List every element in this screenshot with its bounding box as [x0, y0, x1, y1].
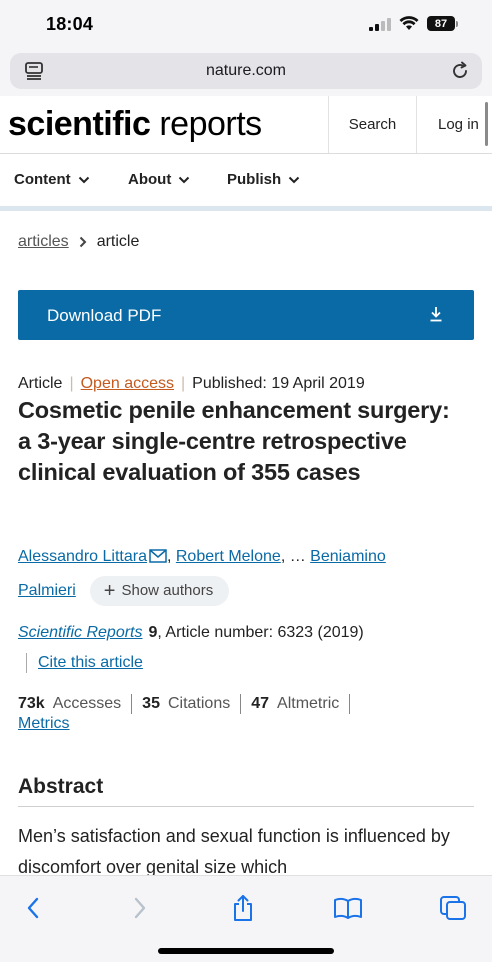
- citations-label: Citations: [167, 695, 231, 712]
- share-button[interactable]: [228, 893, 258, 923]
- breadcrumb-articles-link[interactable]: articles: [18, 233, 69, 251]
- chevron-right-icon: [134, 897, 146, 919]
- url-text: nature.com: [205, 62, 287, 79]
- article-type: Article: [18, 375, 63, 392]
- chevron-left-icon: [27, 897, 39, 919]
- status-time: 18:04: [46, 14, 94, 34]
- site-header: scientific reports Search Log in: [0, 96, 492, 154]
- abstract-heading: Abstract: [18, 775, 104, 798]
- abstract-text: Men’s satisfaction and sexual function i…: [18, 826, 450, 877]
- book-icon: [334, 897, 362, 919]
- metrics-separator: [349, 694, 351, 714]
- cite-separator: [26, 653, 27, 673]
- breadcrumb-current: article: [96, 233, 140, 250]
- reload-icon[interactable]: [450, 61, 470, 86]
- tabs-button[interactable]: [438, 893, 468, 923]
- open-access-link[interactable]: Open access: [81, 375, 174, 392]
- metrics-link[interactable]: Metrics: [18, 715, 70, 733]
- accesses-count: 73k: [18, 695, 45, 712]
- article-meta: Article | Open access | Published: 19 April …: [18, 375, 365, 393]
- chevron-down-icon: [288, 176, 300, 183]
- home-indicator: [158, 948, 334, 954]
- bookmarks-button[interactable]: [333, 893, 363, 923]
- status-bar: 18:04 87: [0, 0, 492, 50]
- nav-publish-label: Publish: [227, 171, 282, 188]
- author-link[interactable]: Alessandro Littara: [18, 548, 147, 565]
- logo-light-text: reports: [150, 105, 262, 143]
- status-icons: 87: [369, 16, 458, 31]
- abstract-divider: [18, 806, 474, 807]
- journal-link[interactable]: Scientific Reports: [18, 624, 143, 641]
- author-link[interactable]: Robert Melone: [176, 548, 281, 565]
- nav-about-label: About: [128, 171, 172, 188]
- scroll-indicator: [485, 102, 488, 146]
- metrics-separator: [131, 694, 133, 714]
- meta-separator: |: [69, 375, 74, 392]
- citations-count: 35: [142, 695, 160, 712]
- download-pdf-label: Download PDF: [47, 306, 162, 325]
- citation-line: Scientific Reports 9, Article number: 632…: [18, 624, 364, 642]
- login-button[interactable]: Log in: [416, 96, 492, 153]
- metrics-separator: [240, 694, 242, 714]
- nav-publish[interactable]: Publish: [227, 171, 300, 188]
- browser-address-area: nature.com: [0, 50, 492, 96]
- share-icon: [234, 895, 252, 921]
- meta-separator: |: [181, 375, 186, 392]
- cite-row: Cite this article: [26, 653, 143, 673]
- back-button[interactable]: [18, 893, 48, 923]
- nav-content-label: Content: [14, 171, 71, 188]
- plus-icon: +: [103, 579, 116, 602]
- author-link[interactable]: Beniamino: [310, 548, 386, 565]
- cellular-signal-icon: [369, 17, 391, 31]
- chevron-down-icon: [179, 176, 190, 183]
- download-pdf-button[interactable]: Download PDF: [18, 290, 474, 340]
- mail-icon[interactable]: [149, 543, 167, 575]
- show-authors-label: Show authors: [121, 581, 214, 599]
- logo-bold-text: scientific: [8, 105, 151, 143]
- nav-about[interactable]: About: [128, 171, 190, 188]
- site-logo[interactable]: scientific reports: [8, 104, 262, 144]
- author-link[interactable]: Palmieri: [18, 582, 76, 599]
- altmetric-score: 47: [251, 695, 270, 712]
- battery-level: 87: [427, 16, 455, 31]
- article-title: Cosmetic penile enhancement surgery: a 3…: [18, 397, 450, 485]
- forward-button[interactable]: [125, 893, 155, 923]
- author-list: Alessandro Littara, Robert Melone, … Ben…: [18, 541, 478, 607]
- published-date: Published: 19 April 2019: [192, 375, 365, 392]
- article-number: , Article number: 6323 (2019): [157, 624, 364, 641]
- wifi-icon: [399, 16, 419, 30]
- nav-content[interactable]: Content: [14, 171, 90, 188]
- cite-this-article-link[interactable]: Cite this article: [38, 654, 143, 672]
- show-authors-button[interactable]: + Show authors: [89, 575, 230, 606]
- address-bar[interactable]: nature.com: [10, 53, 482, 89]
- tabs-icon: [440, 896, 466, 920]
- chevron-right-icon: [79, 236, 87, 248]
- breadcrumb: articles article: [18, 233, 139, 251]
- search-button[interactable]: Search: [328, 96, 416, 153]
- battery-icon: 87: [427, 16, 458, 31]
- metrics-summary: 73k Accesses 35 Citations 47 Altmetric: [18, 694, 360, 714]
- accesses-label: Accesses: [52, 695, 122, 712]
- download-icon: [429, 306, 443, 327]
- site-nav: Content About Publish: [0, 154, 492, 206]
- chevron-down-icon: [78, 176, 89, 183]
- nav-divider: [0, 206, 492, 211]
- author-ellipsis: , …: [280, 548, 306, 565]
- altmetric-label: Altmetric: [277, 695, 340, 712]
